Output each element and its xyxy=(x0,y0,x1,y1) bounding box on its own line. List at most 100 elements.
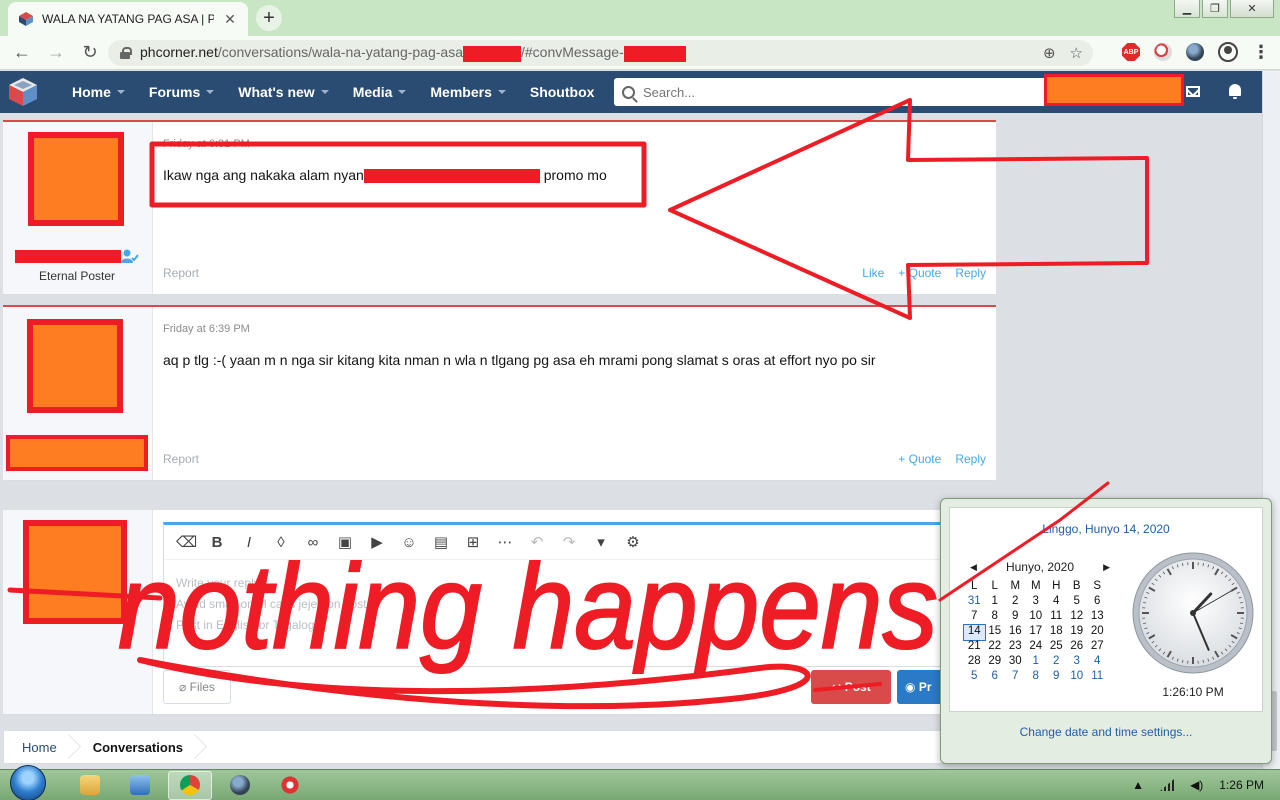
table-icon[interactable]: ⊞ xyxy=(464,533,482,551)
calendar-day[interactable]: 3 xyxy=(1067,655,1088,670)
quote-button[interactable]: + Quote xyxy=(898,266,941,280)
media-icon[interactable]: ▶ xyxy=(368,533,386,551)
username-redaction[interactable] xyxy=(6,435,148,471)
nav-home[interactable]: Home xyxy=(60,71,137,113)
prev-month-icon[interactable]: ◀ xyxy=(970,562,977,573)
calendar-day[interactable]: 5 xyxy=(1067,595,1088,610)
calendar-day[interactable]: 2 xyxy=(1005,595,1026,610)
phcorner-logo[interactable] xyxy=(6,75,40,109)
long-date[interactable]: Linggo, Hunyo 14, 2020 xyxy=(950,522,1262,536)
chevron-down-icon[interactable] xyxy=(206,90,215,94)
chevron-down-icon[interactable] xyxy=(320,90,329,94)
chevron-down-icon[interactable] xyxy=(116,90,125,94)
smilie-icon[interactable]: ☺ xyxy=(400,534,418,551)
calendar-day[interactable]: 16 xyxy=(1005,625,1026,640)
username-redaction[interactable] xyxy=(15,250,121,263)
profile-icon[interactable] xyxy=(1218,42,1238,62)
month-label[interactable]: Hunyo, 2020 xyxy=(1006,560,1074,574)
start-button[interactable] xyxy=(10,765,46,800)
calendar-day[interactable]: 23 xyxy=(1005,640,1026,655)
calendar-day[interactable]: 2 xyxy=(1046,655,1067,670)
show-hidden-icons[interactable]: ▲ xyxy=(1132,778,1144,792)
nav-members[interactable]: Members xyxy=(418,71,517,113)
breadcrumb-home[interactable]: Home xyxy=(4,730,75,764)
extension-globe-icon[interactable] xyxy=(1186,43,1204,61)
nav-media[interactable]: Media xyxy=(341,71,419,113)
calendar-day[interactable]: 7 xyxy=(1005,670,1026,685)
calendar-day[interactable]: 21 xyxy=(964,640,985,655)
calendar-day[interactable]: 9 xyxy=(1005,610,1026,625)
bold-icon[interactable]: B xyxy=(208,534,226,551)
avatar[interactable] xyxy=(28,132,124,226)
taskbar-tool[interactable] xyxy=(268,771,312,800)
adblock-icon[interactable]: ABP xyxy=(1122,43,1140,61)
reply-button[interactable]: Reply xyxy=(955,452,986,466)
volume-icon[interactable]: ◀) xyxy=(1190,778,1203,792)
calendar-day[interactable]: 9 xyxy=(1046,670,1067,685)
forward-arrow-icon[interactable]: → xyxy=(44,41,68,65)
message-timestamp[interactable]: Friday at 6:39 PM xyxy=(163,323,250,335)
calendar-day[interactable]: 28 xyxy=(964,655,985,670)
calendar-day[interactable]: 30 xyxy=(1005,655,1026,670)
report-link[interactable]: Report xyxy=(163,266,199,280)
calendar-day[interactable]: 29 xyxy=(985,655,1006,670)
taskbar-explorer[interactable] xyxy=(68,771,112,800)
chevron-down-icon[interactable] xyxy=(497,90,506,94)
nav-whats-new[interactable]: What's new xyxy=(226,71,340,113)
reply-editor[interactable]: ⌫ B I ◊ ∞ ▣ ▶ ☺ ▤ ⊞ ⋯ ↶ ↷ ▾ ⚙ Write your… xyxy=(163,522,993,667)
new-tab-button[interactable]: + xyxy=(256,5,282,31)
calendar-day[interactable]: 1 xyxy=(985,595,1006,610)
avatar[interactable] xyxy=(23,520,127,624)
reload-icon[interactable]: ↻ xyxy=(78,41,102,65)
calendar-day[interactable]: 27 xyxy=(1087,640,1108,655)
nav-shoutbox[interactable]: Shoutbox xyxy=(518,71,607,113)
eraser-icon[interactable]: ⌫ xyxy=(176,533,197,551)
calendar-day[interactable]: 20 xyxy=(1087,625,1108,640)
redo-icon[interactable]: ↷ xyxy=(560,533,578,551)
post-reply-button[interactable]: ↩ Post xyxy=(811,670,891,704)
image-icon[interactable]: ▣ xyxy=(336,533,354,551)
attach-files-button[interactable]: ⌀ Files xyxy=(163,670,231,704)
calendar-day[interactable]: 13 xyxy=(1087,610,1108,625)
calendar-day[interactable]: 22 xyxy=(985,640,1006,655)
tab-close-icon[interactable]: ✕ xyxy=(222,11,238,28)
window-close-button[interactable]: ✕ xyxy=(1230,0,1274,18)
more-icon[interactable]: ⋯ xyxy=(496,533,514,551)
calendar-day[interactable]: 8 xyxy=(985,610,1006,625)
bell-icon[interactable] xyxy=(1229,84,1241,99)
calendar-day[interactable]: 8 xyxy=(1026,670,1047,685)
color-icon[interactable]: ◊ xyxy=(272,534,290,551)
calendar-day[interactable]: 6 xyxy=(985,670,1006,685)
calendar-day[interactable]: 10 xyxy=(1026,610,1047,625)
report-link[interactable]: Report xyxy=(163,452,199,466)
next-month-icon[interactable]: ▶ xyxy=(1103,562,1110,573)
calendar-day[interactable]: 19 xyxy=(1067,625,1088,640)
username-redaction[interactable] xyxy=(1044,74,1184,106)
calendar-day[interactable]: 4 xyxy=(1087,655,1108,670)
calendar-day[interactable]: 26 xyxy=(1067,640,1088,655)
calendar-day[interactable]: 11 xyxy=(1087,670,1108,685)
calendar-day[interactable]: 25 xyxy=(1046,640,1067,655)
calendar-day[interactable]: 6 xyxy=(1087,595,1108,610)
taskbar-clock[interactable]: 1:26 PM xyxy=(1219,778,1264,792)
like-button[interactable]: Like xyxy=(862,266,884,280)
drafts-icon[interactable]: ▾ xyxy=(592,533,610,551)
menu-kebab-icon[interactable]: ⋮ xyxy=(1252,43,1270,61)
extension-icon[interactable] xyxy=(1154,43,1172,61)
calendar-day[interactable]: 15 xyxy=(985,625,1006,640)
add-icon[interactable]: ⊕ xyxy=(1043,44,1056,62)
avatar[interactable] xyxy=(27,319,123,413)
reply-button[interactable]: Reply xyxy=(955,266,986,280)
calendar-day[interactable]: 24 xyxy=(1026,640,1047,655)
settings-gear-icon[interactable]: ⚙ xyxy=(624,533,642,551)
network-signal-icon[interactable] xyxy=(1160,779,1175,791)
back-arrow-icon[interactable]: ← xyxy=(10,41,34,65)
minimize-button[interactable]: ▁ xyxy=(1174,0,1200,18)
calendar-day[interactable]: 4 xyxy=(1046,595,1067,610)
search-input[interactable] xyxy=(643,84,1023,100)
link-icon[interactable]: ∞ xyxy=(304,534,322,551)
italic-icon[interactable]: I xyxy=(240,534,258,551)
calendar-day[interactable]: 3 xyxy=(1026,595,1047,610)
chevron-down-icon[interactable] xyxy=(398,90,407,94)
calendar-day[interactable]: 1 xyxy=(1026,655,1047,670)
